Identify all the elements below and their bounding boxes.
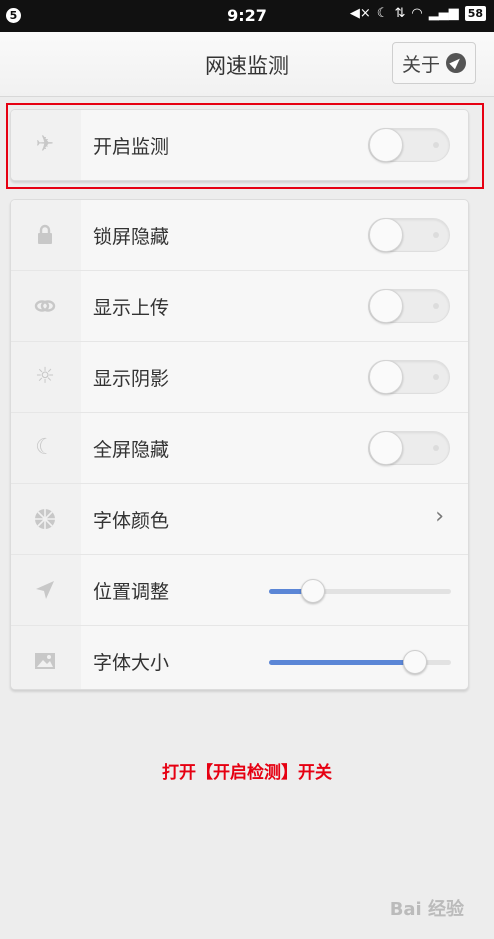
location-arrow-icon — [33, 578, 57, 602]
status-bar: 5 9:27 ◀× ☾ ⇅ ◠ ▂▄▆ 58 — [0, 0, 494, 32]
setting-row-lock-hide[interactable]: 锁屏隐藏 — [11, 200, 468, 271]
link-icon — [33, 294, 57, 318]
setting-row-show-upload[interactable]: 显示上传 — [11, 271, 468, 342]
setting-row-fullscreen-hide[interactable]: ☾ 全屏隐藏 — [11, 413, 468, 484]
setting-row-position[interactable]: 位置调整 — [11, 555, 468, 626]
position-slider[interactable] — [269, 579, 451, 603]
wifi-icon: ◠ — [411, 6, 423, 21]
setting-label: 锁屏隐藏 — [93, 226, 170, 248]
slider-thumb[interactable] — [402, 650, 427, 674]
signal-arrow-icon: ⇅ — [394, 6, 406, 21]
font-size-slider[interactable] — [269, 650, 451, 674]
setting-row-show-shadow[interactable]: ☼ 显示阴影 — [11, 342, 468, 413]
slider-thumb[interactable] — [300, 579, 325, 603]
lock-hide-toggle[interactable] — [368, 218, 450, 252]
title-bar: 网速监测 关于 — [0, 32, 494, 97]
setting-label: 显示阴影 — [93, 368, 170, 390]
toggle-knob[interactable] — [369, 431, 403, 465]
setting-row-font-size[interactable]: 字体大小 — [11, 626, 468, 689]
toggle-dot — [433, 303, 439, 309]
toggle-knob[interactable] — [369, 360, 403, 394]
setting-label: 字体大小 — [93, 652, 170, 674]
cell-signal-icon: ▂▄▆ — [428, 6, 459, 21]
lock-icon — [33, 223, 57, 247]
sun-icon: ☼ — [35, 364, 55, 389]
setting-row-font-color[interactable]: 字体颜色 › — [11, 484, 468, 555]
chevron-right-icon[interactable]: › — [435, 504, 444, 529]
setting-label: 全屏隐藏 — [93, 439, 170, 461]
show-upload-toggle[interactable] — [368, 289, 450, 323]
highlight-box — [6, 103, 484, 189]
toggle-dot — [433, 232, 439, 238]
aperture-icon — [33, 507, 57, 531]
moon-icon: ☾ — [376, 6, 389, 21]
mute-icon: ◀× — [349, 6, 371, 21]
baidu-watermark: Bai 经验 — [389, 899, 464, 920]
moon-icon: ☾ — [35, 435, 55, 460]
about-button[interactable]: 关于 — [392, 42, 476, 84]
about-label: 关于 — [401, 53, 440, 76]
settings-card: 锁屏隐藏 显示上传 ☼ 显示阴影 ☾ 全屏隐藏 字体颜色 › 位置调整 字体大小 — [10, 199, 469, 690]
toggle-knob[interactable] — [369, 289, 403, 323]
instruction-caption: 打开【开启检测】开关 — [162, 763, 332, 783]
slider-fill — [269, 660, 415, 665]
toggle-knob[interactable] — [369, 218, 403, 252]
setting-label: 位置调整 — [93, 581, 170, 603]
status-icons: ◀× ☾ ⇅ ◠ ▂▄▆ 58 — [350, 6, 486, 21]
setting-label: 字体颜色 — [93, 510, 170, 532]
image-icon — [33, 649, 57, 673]
compass-icon — [446, 53, 466, 73]
fullscreen-hide-toggle[interactable] — [368, 431, 450, 465]
setting-label: 显示上传 — [93, 297, 170, 319]
toggle-dot — [433, 445, 439, 451]
battery-icon: 58 — [464, 6, 486, 21]
toggle-dot — [433, 374, 439, 380]
show-shadow-toggle[interactable] — [368, 360, 450, 394]
